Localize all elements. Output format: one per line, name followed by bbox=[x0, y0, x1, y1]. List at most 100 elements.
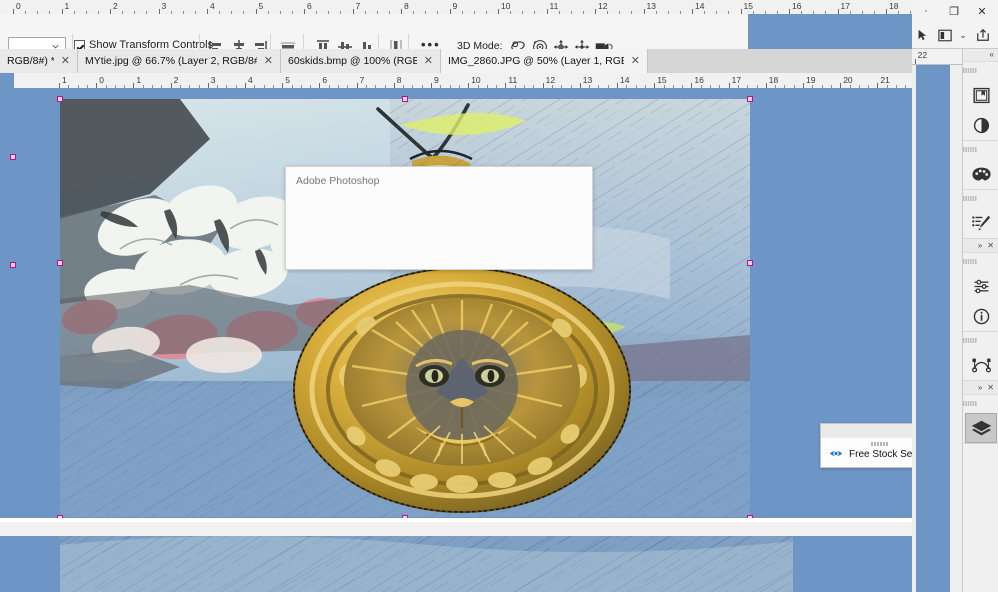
cursor-arrow-icon[interactable] bbox=[912, 25, 932, 45]
document-tab-bar: RGB/8#) * ✕ MYtie.jpg @ 66.7% (Layer 2, RG… bbox=[0, 49, 912, 73]
expand-group-icon[interactable]: » bbox=[978, 241, 982, 250]
ruler-label: 22 bbox=[917, 50, 928, 60]
transform-handle-middle-left[interactable] bbox=[57, 260, 63, 266]
collapse-dock-bar[interactable]: « bbox=[963, 48, 998, 62]
expand-group-icon[interactable]: » bbox=[978, 383, 982, 392]
close-group-icon[interactable]: ✕ bbox=[987, 383, 994, 392]
transform-handle-top-left[interactable] bbox=[57, 96, 63, 102]
ruler-label: 4 bbox=[210, 1, 215, 11]
close-group-icon[interactable]: ✕ bbox=[987, 241, 994, 250]
document-tab-title: 60skids.bmp @ 100% (RGB/8) bbox=[288, 55, 417, 67]
document-tab[interactable]: RGB/8#) * ✕ bbox=[0, 49, 78, 73]
arrange-documents-icon[interactable] bbox=[934, 25, 956, 45]
ruler-label: 13 bbox=[646, 1, 656, 11]
ruler-label: 9 bbox=[434, 75, 439, 85]
ruler-label: 5 bbox=[258, 1, 264, 11]
ruler-label: 6 bbox=[322, 75, 328, 85]
ruler-label: 9 bbox=[452, 1, 458, 11]
panel-grip-icon bbox=[963, 338, 977, 343]
document-tab[interactable]: 60skids.bmp @ 100% (RGB/8) ✕ bbox=[281, 49, 441, 73]
share-icon[interactable] bbox=[972, 25, 994, 45]
ruler-label: 1 bbox=[64, 1, 70, 11]
transform-handle-top-center[interactable] bbox=[402, 96, 408, 102]
ruler-label: 10 bbox=[471, 75, 481, 85]
document-tab[interactable]: MYtie.jpg @ 66.7% (Layer 2, RGB/8#) * ✕ bbox=[78, 49, 281, 73]
ruler-tick bbox=[914, 59, 916, 64]
panel-group-header[interactable]: » ✕ bbox=[963, 239, 998, 253]
minimize-button[interactable]: · bbox=[912, 0, 940, 22]
ruler-label: 7 bbox=[355, 1, 361, 11]
application-ruler-horizontal: 0 1 2 3 4 5 6 7 8 9 10 11 12 13 14 15 16 17 18 bbox=[0, 0, 912, 15]
ruler-label: 12 bbox=[598, 1, 608, 11]
right-workspace-blue bbox=[916, 64, 950, 592]
ruler-label: 11 bbox=[549, 1, 559, 11]
ruler-label: 8 bbox=[404, 1, 409, 11]
document-canvas-primary[interactable] bbox=[60, 99, 750, 517]
close-button[interactable]: ✕ bbox=[968, 0, 996, 22]
ruler-label: 14 bbox=[695, 1, 705, 11]
more-options-button[interactable]: ••• bbox=[421, 38, 441, 51]
document-tab-title: MYtie.jpg @ 66.7% (Layer 2, RGB/8#) * bbox=[85, 55, 257, 67]
ruler-label: 7 bbox=[359, 75, 365, 85]
panel-grip-icon bbox=[871, 442, 888, 446]
ruler-corner[interactable] bbox=[0, 73, 14, 88]
document-tab-title: RGB/8#) * bbox=[7, 55, 54, 67]
document-canvas-secondary[interactable] bbox=[60, 533, 793, 592]
ruler-label: 18 bbox=[889, 1, 899, 11]
libraries-icon[interactable] bbox=[965, 80, 997, 110]
panel-group bbox=[963, 253, 998, 332]
panel-group-header[interactable]: » ✕ bbox=[963, 381, 998, 395]
ruler-label: 3 bbox=[161, 1, 167, 11]
chevron-down-icon[interactable]: ⌄ bbox=[956, 25, 970, 45]
adobe-photoshop-dialog[interactable]: Adobe Photoshop bbox=[285, 166, 593, 270]
info-icon[interactable] bbox=[965, 301, 997, 331]
ruler-label: 12 bbox=[545, 75, 556, 85]
panel-grip-icon bbox=[963, 68, 977, 73]
ruler-label: 5 bbox=[285, 75, 290, 85]
ruler-label: 2 bbox=[173, 75, 179, 85]
brush-settings-icon[interactable] bbox=[965, 208, 997, 238]
dialog-title: Adobe Photoshop bbox=[296, 175, 380, 187]
close-tab-icon[interactable]: ✕ bbox=[61, 56, 70, 67]
panel-group bbox=[963, 141, 998, 190]
ruler-label: 16 bbox=[694, 75, 704, 85]
ruler-label: 3 bbox=[210, 75, 216, 85]
options-bar: Show Transform Controls ••• 3D Mode: bbox=[0, 14, 748, 58]
color-swatches-icon[interactable] bbox=[965, 159, 997, 189]
ruler-label: 6 bbox=[307, 1, 312, 11]
close-tab-icon[interactable]: ✕ bbox=[264, 56, 273, 67]
document-tab[interactable]: IMG_2860.JPG @ 50% (Layer 1, RGB/8) * ✕ bbox=[441, 49, 648, 73]
guide-marker-left[interactable] bbox=[10, 262, 16, 268]
panel-group bbox=[963, 332, 998, 381]
canvas-divider-highlight bbox=[0, 518, 922, 522]
ruler-label: 15 bbox=[657, 75, 667, 85]
ruler-label: 8 bbox=[396, 75, 402, 85]
panel-group bbox=[963, 190, 998, 239]
application-bar-right: ⌄ bbox=[912, 22, 998, 49]
adjustments-icon[interactable] bbox=[965, 110, 997, 140]
panel-dock[interactable]: «» ✕» ✕ bbox=[962, 48, 998, 592]
transform-handle-top-right[interactable] bbox=[747, 96, 753, 102]
canvas-area[interactable] bbox=[0, 88, 912, 592]
panel-group bbox=[963, 62, 998, 141]
visibility-eye-icon[interactable] bbox=[829, 448, 843, 459]
document-ruler-right-continuation: 2122 bbox=[912, 48, 962, 65]
layers-icon[interactable] bbox=[965, 413, 997, 443]
ruler-label: 1 bbox=[62, 75, 67, 85]
properties-icon[interactable] bbox=[965, 271, 997, 301]
transform-handle-middle-right[interactable] bbox=[747, 260, 753, 266]
collapse-dock-icon[interactable]: « bbox=[990, 50, 994, 59]
ruler-label: 19 bbox=[806, 75, 816, 85]
restore-button[interactable]: ❐ bbox=[940, 0, 968, 22]
document-tab-title: IMG_2860.JPG @ 50% (Layer 1, RGB/8) * bbox=[448, 55, 624, 67]
paths-icon[interactable] bbox=[965, 350, 997, 380]
close-tab-icon[interactable]: ✕ bbox=[631, 56, 640, 67]
panel-group bbox=[963, 395, 998, 444]
panel-grip-icon bbox=[963, 147, 977, 152]
close-tab-icon[interactable]: ✕ bbox=[424, 56, 433, 67]
ruler-label: 0 bbox=[16, 1, 21, 11]
ruler-label: 15 bbox=[743, 1, 753, 11]
ruler-label: 17 bbox=[731, 75, 742, 85]
transform-handle-left-edge[interactable] bbox=[10, 154, 16, 160]
ruler-label: 21 bbox=[880, 75, 890, 85]
